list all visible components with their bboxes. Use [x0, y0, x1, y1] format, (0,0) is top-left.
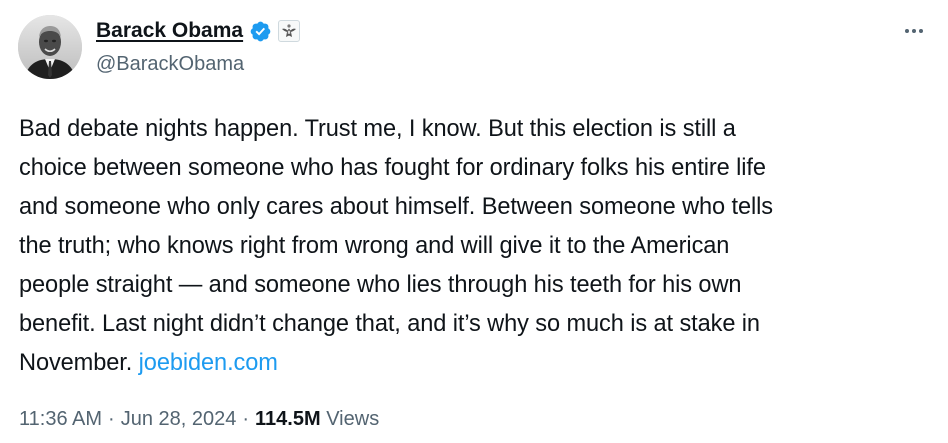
more-dot [905, 29, 909, 33]
meta-separator: · [108, 408, 115, 430]
verified-badge-icon[interactable] [249, 20, 272, 43]
avatar-image [18, 15, 82, 79]
more-dot [912, 29, 916, 33]
tweet-text: Bad debate nights happen. Trust me, I kn… [19, 110, 939, 383]
more-dot [919, 29, 923, 33]
author-name-row: Barack Obama [96, 17, 301, 45]
tweet-body: Bad debate nights happen. Trust me, I kn… [19, 116, 773, 376]
tweet-meta: 11:36 AM · Jun 28, 2024 · 114.5M Views [19, 408, 379, 431]
us-seal-graphic [282, 24, 297, 37]
author-handle[interactable]: @BarackObama [96, 53, 244, 76]
tweet-link[interactable]: joebiden.com [139, 350, 278, 376]
meta-separator: · [242, 408, 250, 430]
tweet-date[interactable]: Jun 28, 2024 [121, 408, 237, 430]
us-seal-icon[interactable] [278, 20, 301, 42]
more-options-icon[interactable] [900, 18, 928, 44]
avatar[interactable] [18, 15, 82, 79]
tweet-time[interactable]: 11:36 AM [19, 408, 102, 430]
tweet-card: Barack Obama @BarackObama Bad debate nig… [0, 0, 948, 443]
views-count[interactable]: 114.5M [255, 408, 321, 430]
views-label: Views [326, 408, 380, 430]
author-display-name[interactable]: Barack Obama [96, 19, 243, 43]
